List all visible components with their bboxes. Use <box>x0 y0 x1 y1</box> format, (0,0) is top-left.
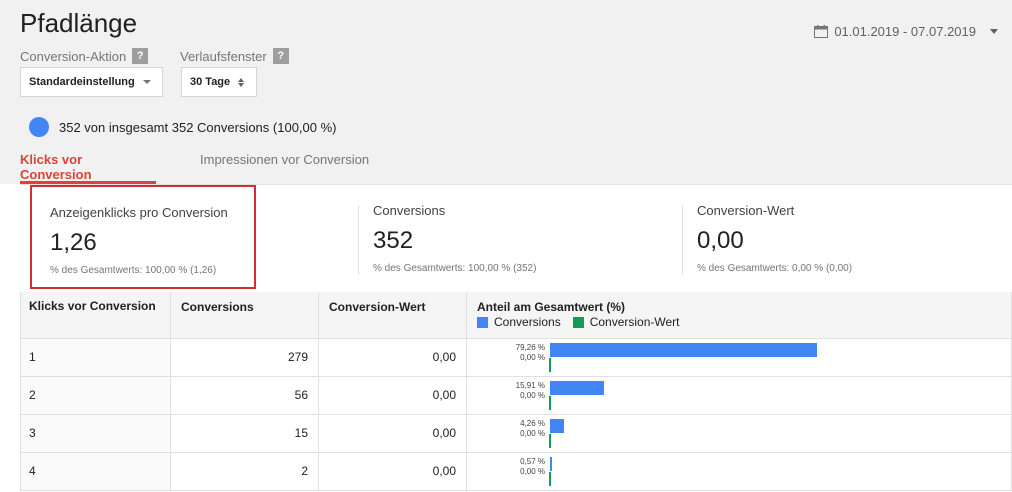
path-length-table: Klicks vor Conversion Conversions Conver… <box>20 292 1012 491</box>
share-labels: 4,26 % 0,00 % <box>467 419 545 439</box>
metric-card-conversion-value[interactable]: Conversion-Wert 0,00 % des Gesamtwerts: … <box>697 185 997 289</box>
date-range-text: 01.01.2019 - 07.07.2019 <box>834 24 976 39</box>
tab-clicks-before-conversion[interactable]: Klicks vor Conversion <box>20 152 156 184</box>
value-share-label: 0,00 % <box>520 466 545 476</box>
cell-conversions: 15 <box>170 413 319 453</box>
share-labels: 0,57 % 0,00 % <box>467 457 545 477</box>
share-labels: 15,91 % 0,00 % <box>467 381 545 401</box>
value-share-bar <box>549 433 551 448</box>
conversion-action-label: Conversion-Aktion ? <box>20 48 149 64</box>
page-title: Pfadlänge <box>20 8 138 38</box>
conversion-summary: 352 von insgesamt 352 Conversions (100,0… <box>29 117 337 137</box>
column-header-conversion-value[interactable]: Conversion-Wert <box>318 292 467 339</box>
value-share-bar <box>549 357 551 372</box>
divider <box>358 205 359 275</box>
tab-impressions-before-conversion[interactable]: Impressionen vor Conversion <box>200 152 369 184</box>
conversions-share-bar <box>550 380 604 395</box>
metric-subtext: % des Gesamtwerts: 100,00 % (1,26) <box>50 265 217 276</box>
cell-conversion-value: 0,00 <box>318 375 467 415</box>
conversions-share-label: 4,26 % <box>520 418 545 428</box>
conversion-action-value: Standardeinstellung <box>29 76 135 88</box>
help-icon[interactable]: ? <box>272 48 289 64</box>
cell-share-bars: 0,57 % 0,00 % <box>466 451 1012 491</box>
metric-label: Conversions <box>373 203 446 218</box>
column-header-share[interactable]: Anteil am Gesamtwert (%) Conversions Con… <box>466 292 1012 339</box>
metric-value: 0,00 <box>697 227 744 254</box>
metric-value: 1,26 <box>50 229 97 256</box>
cell-conversion-value: 0,00 <box>318 413 467 453</box>
chevron-down-icon <box>142 80 151 84</box>
calendar-icon <box>814 25 829 38</box>
conversions-share-bar <box>550 456 552 471</box>
legend-label-conversion-value: Conversion-Wert <box>589 315 680 329</box>
conversions-share-bar <box>550 418 564 433</box>
divider <box>682 205 683 275</box>
table-body: 1 279 0,00 79,26 % 0,00 % 2 56 0,00 15,91 % 0,00 … <box>20 337 1012 491</box>
metric-label: Anzeigenklicks pro Conversion <box>50 205 228 220</box>
lookback-window-select[interactable]: 30 Tage <box>181 67 257 97</box>
value-share-bar <box>549 471 551 486</box>
summary-text: 352 von insgesamt 352 Conversions (100,0… <box>59 119 337 135</box>
conversion-action-label-text: Conversion-Aktion <box>20 48 127 64</box>
cell-share-bars: 15,91 % 0,00 % <box>466 375 1012 415</box>
metric-subtext: % des Gesamtwerts: 100,00 % (352) <box>373 263 537 274</box>
conversions-share-label: 0,57 % <box>520 456 545 466</box>
share-labels: 79,26 % 0,00 % <box>467 343 545 363</box>
cell-clicks: 3 <box>20 413 171 453</box>
chevron-down-icon <box>990 29 998 34</box>
date-range-picker[interactable]: 01.01.2019 - 07.07.2019 <box>814 24 998 39</box>
value-share-label: 0,00 % <box>520 352 545 362</box>
conversions-share-bar <box>550 342 817 357</box>
cell-clicks: 4 <box>20 451 171 491</box>
cell-conversions: 279 <box>170 337 319 377</box>
table-row: 1 279 0,00 79,26 % 0,00 % <box>20 337 1012 377</box>
legend-label-conversions: Conversions <box>494 315 561 329</box>
cell-share-bars: 79,26 % 0,00 % <box>466 337 1012 377</box>
column-header-clicks[interactable]: Klicks vor Conversion <box>20 292 171 339</box>
metric-label: Conversion-Wert <box>697 203 795 218</box>
conversions-share-label: 15,91 % <box>515 380 545 390</box>
value-share-label: 0,00 % <box>520 428 545 438</box>
stepper-icon <box>238 77 245 87</box>
legend-swatch-conversion-value <box>572 316 584 328</box>
cell-conversions: 2 <box>170 451 319 491</box>
legend-swatch-conversions <box>477 316 488 328</box>
conversion-action-select[interactable]: Standardeinstellung <box>20 67 163 97</box>
chart-legend: Conversions Conversion-Wert <box>477 315 1001 329</box>
cell-conversion-value: 0,00 <box>318 337 467 377</box>
cell-share-bars: 4,26 % 0,00 % <box>466 413 1012 453</box>
table-row: 4 2 0,00 0,57 % 0,00 % <box>20 451 1012 491</box>
help-icon[interactable]: ? <box>132 48 149 64</box>
table-header-row: Klicks vor Conversion Conversions Conver… <box>20 292 1012 339</box>
column-header-conversions[interactable]: Conversions <box>170 292 319 339</box>
cell-conversion-value: 0,00 <box>318 451 467 491</box>
metric-subtext: % des Gesamtwerts: 0,00 % (0,00) <box>697 263 853 274</box>
series-dot-icon <box>29 117 49 137</box>
table-row: 3 15 0,00 4,26 % 0,00 % <box>20 413 1012 453</box>
cell-clicks: 2 <box>20 375 171 415</box>
lookback-window-value: 30 Tage <box>190 76 231 88</box>
share-header-title: Anteil am Gesamtwert (%) <box>477 300 626 314</box>
table-row: 2 56 0,00 15,91 % 0,00 % <box>20 375 1012 415</box>
conversions-share-label: 79,26 % <box>515 342 545 352</box>
lookback-window-label-text: Verlaufsfenster <box>180 48 267 64</box>
value-share-label: 0,00 % <box>520 390 545 400</box>
metric-card-clicks-per-conversion[interactable]: Anzeigenklicks pro Conversion 1,26 % des… <box>30 185 256 289</box>
metric-card-conversions[interactable]: Conversions 352 % des Gesamtwerts: 100,0… <box>373 185 673 289</box>
cell-conversions: 56 <box>170 375 319 415</box>
value-share-bar <box>549 395 551 410</box>
metrics-panel: Anzeigenklicks pro Conversion 1,26 % des… <box>20 184 1012 292</box>
report-header: Pfadlänge 01.01.2019 - 07.07.2019 Conver… <box>0 0 1012 184</box>
lookback-window-label: Verlaufsfenster ? <box>180 48 289 64</box>
metric-value: 352 <box>373 227 414 254</box>
cell-clicks: 1 <box>20 337 171 377</box>
